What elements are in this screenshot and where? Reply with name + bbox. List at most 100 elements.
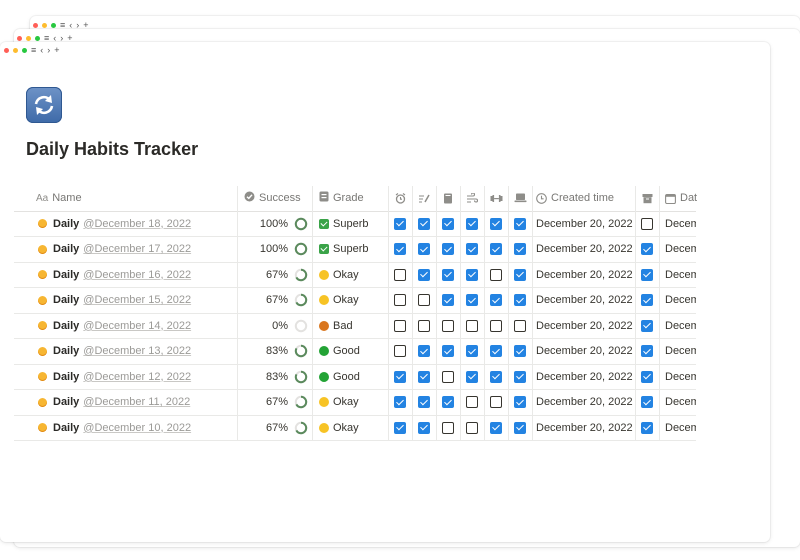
table-row[interactable]: Daily @December 10, 2022 67% Okay December 2… bbox=[14, 416, 696, 441]
column-header-success[interactable]: Success bbox=[244, 186, 314, 211]
table-row[interactable]: Daily @December 12, 2022 83% Good December 2… bbox=[14, 365, 696, 390]
unchecked-checkbox[interactable] bbox=[490, 268, 502, 281]
name-cell[interactable]: Daily @December 15, 2022 bbox=[38, 288, 236, 313]
minimize-dot-icon[interactable] bbox=[13, 47, 18, 53]
checked-checkbox[interactable] bbox=[442, 268, 454, 281]
date-mention[interactable]: @December 10, 2022 bbox=[83, 422, 191, 434]
checked-checkbox[interactable] bbox=[442, 396, 454, 409]
unchecked-checkbox[interactable] bbox=[442, 421, 454, 434]
row-title[interactable]: Daily bbox=[53, 243, 79, 255]
date-mention[interactable]: @December 16, 2022 bbox=[83, 269, 191, 281]
column-header-grade[interactable]: Grade bbox=[319, 186, 389, 211]
checked-checkbox[interactable] bbox=[641, 396, 653, 409]
new-tab-icon[interactable]: + bbox=[54, 45, 59, 55]
checked-checkbox[interactable] bbox=[490, 294, 502, 307]
row-title[interactable]: Daily bbox=[53, 320, 79, 332]
row-title[interactable]: Daily bbox=[53, 396, 79, 408]
checked-checkbox[interactable] bbox=[466, 243, 478, 256]
back-arrow-icon[interactable]: ‹ bbox=[69, 20, 72, 30]
unchecked-checkbox[interactable] bbox=[418, 319, 430, 332]
checked-checkbox[interactable] bbox=[490, 370, 502, 383]
column-header-writing[interactable] bbox=[412, 186, 436, 211]
row-title[interactable]: Daily bbox=[53, 422, 79, 434]
unchecked-checkbox[interactable] bbox=[490, 396, 502, 409]
checked-checkbox[interactable] bbox=[514, 268, 526, 281]
date-mention[interactable]: @December 17, 2022 bbox=[83, 243, 191, 255]
checked-checkbox[interactable] bbox=[490, 243, 502, 256]
row-title[interactable]: Daily bbox=[53, 269, 79, 281]
unchecked-checkbox[interactable] bbox=[394, 345, 406, 358]
row-title[interactable]: Daily bbox=[53, 218, 79, 230]
name-cell[interactable]: Daily @December 11, 2022 bbox=[38, 390, 236, 415]
table-row[interactable]: Daily @December 11, 2022 67% Okay December 2… bbox=[14, 390, 696, 416]
checked-checkbox[interactable] bbox=[641, 319, 653, 332]
checked-checkbox[interactable] bbox=[442, 345, 454, 358]
column-header-alarm[interactable] bbox=[388, 186, 412, 211]
column-header-done[interactable] bbox=[635, 186, 659, 211]
table-row[interactable]: Daily @December 15, 2022 67% Okay December 2… bbox=[14, 288, 696, 314]
row-title[interactable]: Daily bbox=[53, 294, 79, 306]
table-row[interactable]: Daily @December 13, 2022 83% Good December 2… bbox=[14, 339, 696, 365]
checked-checkbox[interactable] bbox=[514, 294, 526, 307]
checked-checkbox[interactable] bbox=[394, 243, 406, 256]
checked-checkbox[interactable] bbox=[418, 345, 430, 358]
name-cell[interactable]: Daily @December 14, 2022 bbox=[38, 314, 236, 339]
checked-checkbox[interactable] bbox=[466, 294, 478, 307]
checked-checkbox[interactable] bbox=[394, 217, 406, 230]
grade-cell[interactable]: Okay bbox=[319, 416, 387, 441]
checked-checkbox[interactable] bbox=[514, 217, 526, 230]
unchecked-checkbox[interactable] bbox=[466, 396, 478, 409]
checked-checkbox[interactable] bbox=[418, 421, 430, 434]
checked-checkbox[interactable] bbox=[466, 345, 478, 358]
unchecked-checkbox[interactable] bbox=[641, 217, 653, 230]
row-title[interactable]: Daily bbox=[53, 371, 79, 383]
date-mention[interactable]: @December 15, 2022 bbox=[83, 294, 191, 306]
checked-checkbox[interactable] bbox=[466, 370, 478, 383]
menu-icon[interactable]: ≡ bbox=[60, 20, 65, 30]
date-mention[interactable]: @December 13, 2022 bbox=[83, 345, 191, 357]
checked-checkbox[interactable] bbox=[466, 268, 478, 281]
checked-checkbox[interactable] bbox=[418, 370, 430, 383]
checked-checkbox[interactable] bbox=[641, 294, 653, 307]
unchecked-checkbox[interactable] bbox=[394, 319, 406, 332]
checked-checkbox[interactable] bbox=[418, 268, 430, 281]
checked-checkbox[interactable] bbox=[418, 243, 430, 256]
sync-arrows-icon[interactable] bbox=[26, 87, 62, 123]
checked-checkbox[interactable] bbox=[514, 345, 526, 358]
maximize-dot-icon[interactable] bbox=[35, 35, 40, 41]
checked-checkbox[interactable] bbox=[442, 294, 454, 307]
unchecked-checkbox[interactable] bbox=[466, 421, 478, 434]
checked-checkbox[interactable] bbox=[514, 243, 526, 256]
checked-checkbox[interactable] bbox=[490, 217, 502, 230]
minimize-dot-icon[interactable] bbox=[26, 35, 31, 41]
maximize-dot-icon[interactable] bbox=[22, 47, 27, 53]
grade-cell[interactable]: Good bbox=[319, 365, 387, 390]
checked-checkbox[interactable] bbox=[442, 217, 454, 230]
table-row[interactable]: Daily @December 17, 2022 100% Superb Decembe… bbox=[14, 237, 696, 263]
grade-cell[interactable]: Good bbox=[319, 339, 387, 364]
table-row[interactable]: Daily @December 16, 2022 67% Okay December 2… bbox=[14, 263, 696, 288]
checked-checkbox[interactable] bbox=[490, 421, 502, 434]
unchecked-checkbox[interactable] bbox=[418, 294, 430, 307]
grade-cell[interactable]: Okay bbox=[319, 390, 387, 415]
name-cell[interactable]: Daily @December 12, 2022 bbox=[38, 365, 236, 390]
checked-checkbox[interactable] bbox=[641, 345, 653, 358]
minimize-dot-icon[interactable] bbox=[42, 22, 47, 28]
grade-cell[interactable]: Superb bbox=[319, 237, 387, 262]
checked-checkbox[interactable] bbox=[641, 243, 653, 256]
new-tab-icon[interactable]: + bbox=[83, 20, 88, 30]
date-mention[interactable]: @December 18, 2022 bbox=[83, 218, 191, 230]
column-header-laptop[interactable] bbox=[508, 186, 532, 211]
checked-checkbox[interactable] bbox=[490, 345, 502, 358]
column-header-created-time[interactable]: Created time bbox=[536, 186, 644, 211]
name-cell[interactable]: Daily @December 10, 2022 bbox=[38, 416, 236, 441]
checked-checkbox[interactable] bbox=[466, 217, 478, 230]
column-header-breathing[interactable] bbox=[460, 186, 484, 211]
grade-cell[interactable]: Bad bbox=[319, 314, 387, 339]
column-header-name[interactable]: Aa Name bbox=[36, 186, 236, 211]
forward-arrow-icon[interactable]: › bbox=[76, 20, 79, 30]
checked-checkbox[interactable] bbox=[641, 268, 653, 281]
grade-cell[interactable]: Okay bbox=[319, 263, 387, 288]
name-cell[interactable]: Daily @December 18, 2022 bbox=[38, 212, 236, 237]
table-row[interactable]: Daily @December 14, 2022 0% Bad December 20,… bbox=[14, 314, 696, 339]
